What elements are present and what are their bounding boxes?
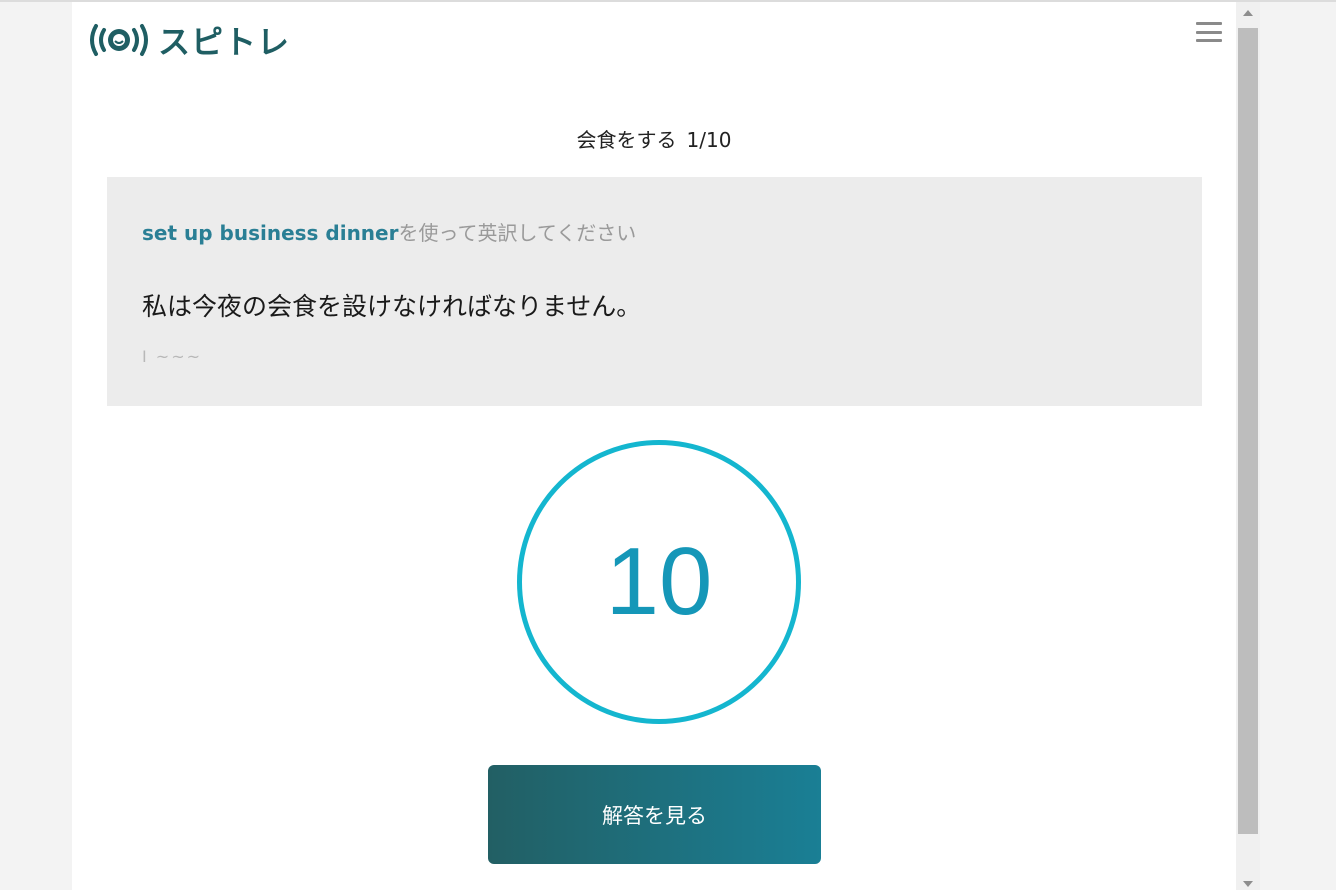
scroll-up-arrow-icon[interactable] <box>1243 10 1253 16</box>
page: スピトレ 会食をする 1/10 set up business dinnerを使っ… <box>72 2 1236 890</box>
lesson-progress: 1/10 <box>686 128 732 152</box>
show-answer-button[interactable]: 解答を見る <box>488 765 821 864</box>
countdown-timer: 10 <box>517 440 801 724</box>
timer-value: 10 <box>605 528 713 635</box>
target-phrase: set up business dinner <box>142 221 399 245</box>
scrollbar-thumb[interactable] <box>1238 28 1258 834</box>
question-card: set up business dinnerを使って英訳してください 私は今夜の… <box>107 177 1202 406</box>
logo-text: スピトレ <box>158 23 291 61</box>
instruction-text: を使って英訳してください <box>398 221 637 245</box>
app-logo[interactable]: スピトレ <box>88 18 290 62</box>
lesson-header: 会食をする 1/10 <box>72 124 1236 153</box>
instruction: set up business dinnerを使って英訳してください <box>142 217 636 246</box>
lesson-topic: 会食をする <box>576 128 677 152</box>
answer-hint: I ~~~ <box>142 347 203 366</box>
scroll-down-arrow-icon[interactable] <box>1243 881 1253 887</box>
menu-bar <box>1196 22 1222 25</box>
japanese-sentence: 私は今夜の会食を設けなければなりません。 <box>142 292 642 321</box>
sound-wave-face-icon <box>90 24 148 56</box>
hamburger-menu-icon[interactable] <box>1196 22 1222 42</box>
vertical-scrollbar[interactable] <box>1236 2 1260 890</box>
menu-bar <box>1196 30 1222 34</box>
menu-bar <box>1196 39 1222 42</box>
